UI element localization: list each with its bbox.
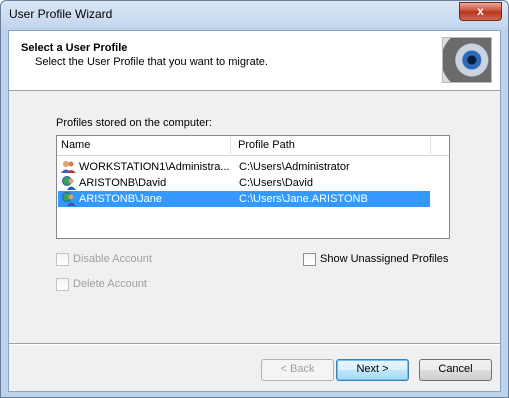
wizard-client-area: Select a User Profile Select the User Pr… <box>8 30 501 392</box>
wizard-header: Select a User Profile Select the User Pr… <box>9 31 500 91</box>
close-icon: x <box>477 4 484 18</box>
eye-graphic-icon <box>442 37 492 83</box>
wizard-window: User Profile Wizard x Select a User Prof… <box>0 0 509 398</box>
profile-row-david[interactable]: ARISTONB\David C:\Users\David <box>58 175 430 191</box>
title-bar[interactable]: User Profile Wizard x <box>1 1 508 27</box>
close-button[interactable]: x <box>459 2 502 21</box>
delete-account-checkbox[interactable] <box>56 278 69 291</box>
disable-account-checkbox[interactable] <box>56 253 69 266</box>
delete-account-label: Delete Account <box>73 278 147 290</box>
profiles-list[interactable]: Name Profile Path WORKSTATION1\Administr… <box>56 135 450 239</box>
domain-user-icon <box>62 176 76 190</box>
admin-user-icon <box>61 161 76 173</box>
list-column-headers: Name Profile Path <box>57 136 449 156</box>
cancel-button[interactable]: Cancel <box>419 359 492 381</box>
show-unassigned-option[interactable]: Show Unassigned Profiles <box>303 253 453 267</box>
delete-account-option[interactable]: Delete Account <box>56 278 166 292</box>
column-divider[interactable] <box>230 136 231 156</box>
profile-path: C:\Users\Jane.ARISTONB <box>239 193 368 205</box>
profile-name: ARISTONB\David <box>79 177 167 189</box>
page-subtitle: Select the User Profile that you want to… <box>35 56 268 68</box>
disable-account-option[interactable]: Disable Account <box>56 253 166 267</box>
profile-path: C:\Users\Administrator <box>239 161 350 173</box>
column-divider[interactable] <box>430 136 431 156</box>
profile-row-jane[interactable]: ARISTONB\Jane C:\Users\Jane.ARISTONB <box>58 191 430 207</box>
page-title: Select a User Profile <box>21 42 128 54</box>
profiles-group-label: Profiles stored on the computer: <box>56 117 212 129</box>
next-button[interactable]: Next > <box>336 359 409 381</box>
profile-name: WORKSTATION1\Administra... <box>79 161 230 173</box>
show-unassigned-label: Show Unassigned Profiles <box>320 253 449 265</box>
column-header-name[interactable]: Name <box>61 139 90 151</box>
back-button[interactable]: < Back <box>261 359 334 381</box>
footer-divider <box>9 343 500 345</box>
show-unassigned-checkbox[interactable] <box>303 253 316 266</box>
window-title: User Profile Wizard <box>9 7 113 21</box>
profile-path: C:\Users\David <box>239 177 313 189</box>
domain-user-icon <box>62 192 76 206</box>
column-header-profile-path[interactable]: Profile Path <box>238 139 295 151</box>
profile-name: ARISTONB\Jane <box>79 193 162 205</box>
disable-account-label: Disable Account <box>73 253 152 265</box>
profile-row-administrator[interactable]: WORKSTATION1\Administra... C:\Users\Admi… <box>58 159 430 175</box>
